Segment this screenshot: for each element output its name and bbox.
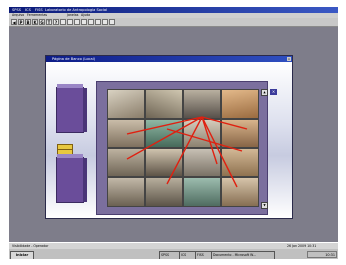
link-arrows-overlay	[126, 116, 248, 188]
panel-close-icon[interactable]: ×	[270, 89, 277, 95]
toolbar-button[interactable]: ?	[53, 19, 59, 25]
taskbar: Visibilidade - Operador 26 Jan 2009 10:3…	[9, 242, 338, 259]
toolbar-button[interactable]	[81, 19, 87, 25]
box-top-face	[57, 154, 83, 158]
archive-box-top[interactable]	[56, 84, 87, 133]
taskbar-row: Iniciar SPSS ICS FISS Documento - Micros…	[9, 250, 338, 259]
toolbar-button[interactable]	[74, 19, 80, 25]
taskbar-task[interactable]: SPSS	[159, 251, 181, 259]
taskbar-task[interactable]: Documento - Microsoft W...	[211, 251, 275, 259]
link-arrow	[201, 116, 238, 188]
box-side-face	[83, 88, 87, 132]
system-tray-clock: 10:31	[307, 251, 337, 258]
app-title-part: FISS	[35, 7, 43, 12]
window-title: Página de Banco (Local)	[52, 56, 96, 61]
archive-box-bottom[interactable]	[56, 154, 87, 203]
box-side-face	[83, 158, 87, 202]
scroll-down-icon[interactable]: ▼	[261, 202, 268, 209]
status-line: Visibilidade - Operador 26 Jan 2009 10:3…	[9, 243, 338, 249]
scroll-up-icon[interactable]: ▲	[261, 89, 268, 96]
toolbar-button[interactable]	[109, 19, 115, 25]
toolbar-button[interactable]	[102, 19, 108, 25]
app-title-part: Laboratorio de Antropologia Social	[45, 7, 108, 12]
toolbar-button[interactable]: G	[39, 19, 45, 25]
desktop-screen: SPSS ICS FISS Laboratorio de Antropologi…	[9, 7, 338, 259]
app-title-part: ICS	[25, 7, 31, 12]
toolbar-button[interactable]: P	[18, 19, 24, 25]
toolbar-button[interactable]	[88, 19, 94, 25]
box-top-face	[57, 84, 83, 88]
link-arrow	[201, 116, 248, 130]
toolbar-button[interactable]: T	[46, 19, 52, 25]
app-title-part: SPSS	[12, 7, 22, 12]
close-icon[interactable]: ×	[287, 57, 291, 61]
toolbar-button[interactable]: B	[25, 19, 31, 25]
photo-grid	[107, 89, 259, 207]
status-left: Visibilidade - Operador	[12, 244, 49, 248]
toolbar-button[interactable]: K	[32, 19, 38, 25]
link-arrow	[166, 128, 243, 152]
status-right: 26 Jan 2009 10:31	[287, 244, 317, 248]
toolbar: ◀ P B K G T ?	[9, 18, 338, 27]
toolbar-button[interactable]	[60, 19, 66, 25]
link-arrow	[126, 116, 203, 135]
toolbar-button[interactable]	[95, 19, 101, 25]
start-button[interactable]: Iniciar	[10, 251, 34, 259]
toolbar-button[interactable]	[67, 19, 73, 25]
toolbar-button[interactable]: ◀	[11, 19, 17, 25]
